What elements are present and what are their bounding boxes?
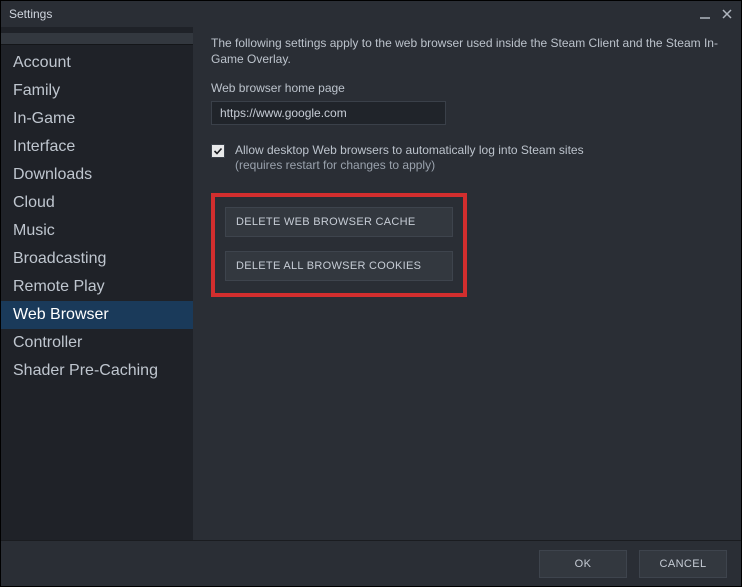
- sidebar: Account Family In-Game Interface Downloads Cl…: [1, 27, 193, 540]
- sidebar-item-label: Web Browser: [13, 306, 109, 323]
- delete-cache-label: DELETE WEB BROWSER CACHE: [236, 216, 416, 228]
- window-title: Settings: [9, 7, 699, 21]
- sidebar-list: Account Family In-Game Interface Downloads Cl…: [1, 49, 193, 385]
- sidebar-scroll-top: [1, 33, 193, 45]
- cancel-button[interactable]: CANCEL: [639, 550, 727, 578]
- auto-login-text-block: Allow desktop Web browsers to automatica…: [235, 143, 584, 173]
- sidebar-item-label: Family: [13, 82, 60, 99]
- auto-login-text: Allow desktop Web browsers to automatica…: [235, 143, 584, 158]
- auto-login-checkbox[interactable]: [211, 144, 225, 158]
- sidebar-item-account[interactable]: Account: [1, 49, 193, 77]
- delete-cache-button[interactable]: DELETE WEB BROWSER CACHE: [225, 207, 453, 237]
- sidebar-item-label: Downloads: [13, 166, 92, 183]
- sidebar-item-controller[interactable]: Controller: [1, 329, 193, 357]
- auto-login-subtext: (requires restart for changes to apply): [235, 158, 584, 173]
- cancel-label: CANCEL: [659, 558, 706, 570]
- sidebar-item-label: Account: [13, 54, 71, 71]
- main-panel: The following settings apply to the web …: [193, 27, 741, 540]
- sidebar-item-label: Broadcasting: [13, 250, 106, 267]
- delete-cookies-button[interactable]: DELETE ALL BROWSER COOKIES: [225, 251, 453, 281]
- titlebar: Settings: [1, 1, 741, 27]
- sidebar-item-broadcasting[interactable]: Broadcasting: [1, 245, 193, 273]
- sidebar-item-interface[interactable]: Interface: [1, 133, 193, 161]
- delete-buttons-highlight: DELETE WEB BROWSER CACHE DELETE ALL BROW…: [211, 193, 467, 297]
- check-icon: [213, 146, 223, 156]
- homepage-input[interactable]: [211, 101, 446, 125]
- sidebar-item-label: Controller: [13, 334, 82, 351]
- ok-button[interactable]: OK: [539, 550, 627, 578]
- sidebar-item-shader-pre-caching[interactable]: Shader Pre-Caching: [1, 357, 193, 385]
- sidebar-item-cloud[interactable]: Cloud: [1, 189, 193, 217]
- sidebar-item-label: Interface: [13, 138, 75, 155]
- sidebar-item-label: Shader Pre-Caching: [13, 362, 158, 379]
- delete-cookies-label: DELETE ALL BROWSER COOKIES: [236, 260, 421, 272]
- sidebar-item-family[interactable]: Family: [1, 77, 193, 105]
- ok-label: OK: [575, 558, 592, 570]
- sidebar-item-label: Cloud: [13, 194, 55, 211]
- sidebar-item-label: Remote Play: [13, 278, 105, 295]
- minimize-icon[interactable]: [699, 8, 711, 20]
- sidebar-item-remote-play[interactable]: Remote Play: [1, 273, 193, 301]
- sidebar-item-label: In-Game: [13, 110, 75, 127]
- sidebar-item-label: Music: [13, 222, 55, 239]
- sidebar-item-downloads[interactable]: Downloads: [1, 161, 193, 189]
- sidebar-item-in-game[interactable]: In-Game: [1, 105, 193, 133]
- sidebar-item-music[interactable]: Music: [1, 217, 193, 245]
- panel-description: The following settings apply to the web …: [211, 35, 727, 67]
- dialog-body: Account Family In-Game Interface Downloads Cl…: [1, 27, 741, 540]
- sidebar-item-web-browser[interactable]: Web Browser: [1, 301, 193, 329]
- window-controls: [699, 8, 733, 20]
- homepage-label: Web browser home page: [211, 81, 727, 95]
- close-icon[interactable]: [721, 8, 733, 20]
- settings-window: Settings Account Family In-Game Interface Do…: [0, 0, 742, 587]
- auto-login-row: Allow desktop Web browsers to automatica…: [211, 143, 727, 173]
- dialog-footer: OK CANCEL: [1, 540, 741, 586]
